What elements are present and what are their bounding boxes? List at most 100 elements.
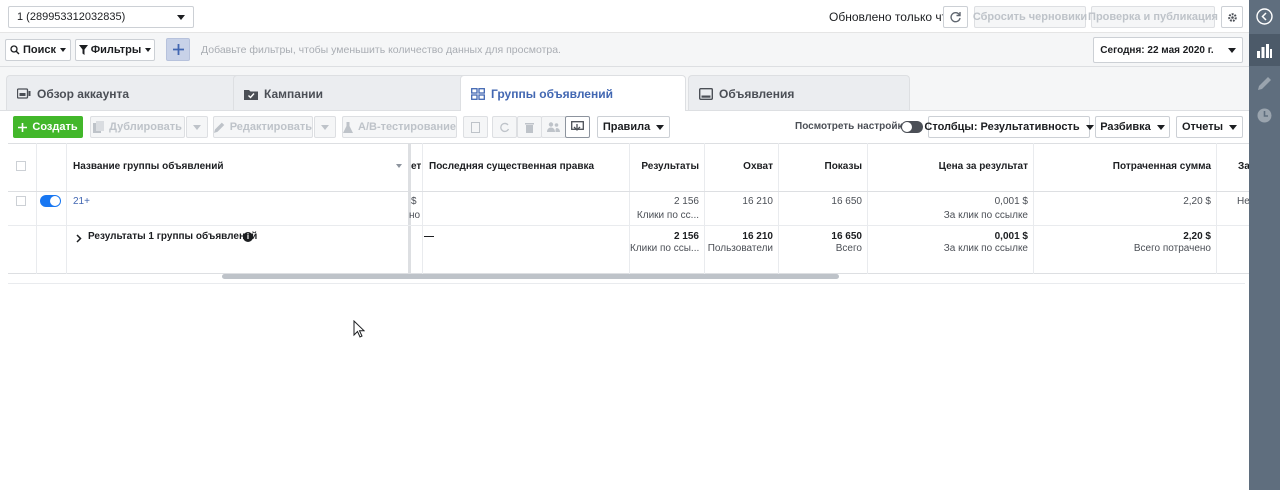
table-bottom-border	[8, 283, 1245, 284]
column-divider	[36, 143, 37, 274]
edit-menu-button[interactable]	[314, 116, 336, 138]
date-range-label: Сегодня: 22 мая 2020 г.	[1100, 44, 1214, 56]
ad-icon	[699, 87, 713, 100]
column-header-amount-spent[interactable]: Потраченная сумма	[1034, 161, 1211, 172]
delete-button[interactable]	[517, 116, 542, 138]
column-header-results[interactable]: Результаты	[630, 161, 699, 172]
add-filter-button[interactable]	[166, 38, 190, 61]
cursor-icon	[353, 320, 365, 338]
date-range-selector[interactable]: Сегодня: 22 мая 2020 г.	[1093, 37, 1243, 63]
tab-ads[interactable]: Объявления	[688, 75, 910, 111]
summary-label: Результаты 1 группы объявлений	[88, 231, 258, 242]
breakdown-button[interactable]: Разбивка	[1095, 116, 1170, 138]
preview-icon	[571, 121, 584, 131]
summary-cost-type: За клик по ссылке	[943, 243, 1028, 254]
bar-chart-icon	[1257, 44, 1272, 58]
summary-impressions-value: 16 650	[831, 231, 862, 242]
toggle-knob	[50, 196, 60, 206]
column-header-impressions[interactable]: Показы	[779, 161, 863, 172]
archive-button[interactable]	[463, 116, 488, 138]
search-button[interactable]: Поиск	[5, 39, 71, 61]
account-overview-icon	[17, 87, 31, 99]
header-separator	[8, 191, 1249, 192]
settings-button[interactable]	[1221, 6, 1243, 28]
view-settings-toggle[interactable]	[901, 121, 923, 133]
chevron-down-icon	[656, 124, 665, 130]
filter-placeholder[interactable]: Добавьте фильтры, чтобы уменьшить количе…	[201, 44, 561, 56]
plus-icon	[18, 122, 28, 132]
filter-icon	[78, 45, 88, 55]
sort-icon[interactable]	[396, 164, 402, 168]
create-button[interactable]: Создать	[13, 116, 83, 138]
refresh-icon	[950, 11, 961, 22]
document-icon	[471, 121, 480, 133]
chevron-down-icon	[1227, 47, 1236, 53]
reports-button[interactable]: Отчеты	[1176, 116, 1243, 138]
rules-label: Правила	[602, 121, 651, 133]
cost-per-result-type: За клик по ссылке	[943, 210, 1028, 221]
results-value: 2 156	[673, 196, 699, 207]
ad-set-name-link[interactable]: 21+	[73, 196, 90, 207]
pencil-icon[interactable]	[1256, 75, 1273, 92]
edit-button[interactable]: Редактировать	[213, 116, 313, 138]
trash-icon	[525, 122, 534, 133]
row-separator	[8, 225, 1249, 226]
row-checkbox[interactable]	[16, 196, 26, 206]
chevron-down-icon	[60, 48, 66, 52]
column-header-reach[interactable]: Охват	[705, 161, 773, 172]
revert-button[interactable]	[492, 116, 517, 138]
cost-per-result-value: 0,001 $	[994, 196, 1028, 207]
updated-status: Обновлено только что	[829, 10, 954, 24]
view-settings-label: Посмотреть настройки	[795, 121, 909, 132]
sidebar-item-charts[interactable]	[1249, 34, 1280, 66]
rules-button[interactable]: Правила	[597, 116, 670, 138]
preview-button[interactable]	[565, 116, 590, 138]
cut-cell: но	[409, 210, 421, 221]
summary-results-value: 2 156	[673, 231, 699, 242]
discard-drafts-button[interactable]: Сбросить черновики	[973, 6, 1087, 28]
filters-button[interactable]: Фильтры	[75, 39, 155, 61]
collapse-icon[interactable]	[1256, 8, 1273, 25]
duplicate-label: Дублировать	[109, 121, 182, 133]
ad-set-status-toggle[interactable]	[40, 195, 61, 207]
column-header-name[interactable]: Название группы объявлений	[73, 161, 224, 172]
tab-account-overview[interactable]: Обзор аккаунта	[6, 75, 242, 111]
columns-label: Столбцы: Результативность	[924, 121, 1080, 133]
chevron-down-icon	[321, 124, 329, 130]
tab-account-overview-label: Обзор аккаунта	[37, 86, 130, 101]
summary-impressions-type: Всего	[835, 243, 862, 254]
audience-button[interactable]	[541, 116, 566, 138]
gear-icon	[1227, 12, 1237, 22]
duplicate-menu-button[interactable]	[186, 116, 208, 138]
chevron-down-icon	[1156, 124, 1165, 130]
ab-test-button[interactable]: A/B-тестирование	[342, 116, 457, 138]
account-selector[interactable]: 1 (289953312032835)	[8, 6, 194, 28]
tab-ad-sets[interactable]: Группы объявлений	[460, 75, 686, 111]
tab-campaigns[interactable]: Кампании	[233, 75, 469, 111]
breakdown-label: Разбивка	[1100, 121, 1151, 133]
search-label: Поиск	[22, 44, 56, 56]
toggle-knob	[902, 122, 912, 132]
summary-reach-value: 16 210	[742, 231, 773, 242]
grid-icon	[471, 87, 485, 100]
account-selector-label: 1 (289953312032835)	[17, 11, 126, 23]
select-all-checkbox[interactable]	[16, 161, 26, 171]
ab-test-label: A/B-тестирование	[358, 121, 456, 133]
summary-spent-value: 2,20 $	[1183, 231, 1211, 242]
refresh-button[interactable]	[943, 6, 968, 28]
end-cell: Не	[1237, 196, 1250, 207]
column-header-cost-per-result[interactable]: Цена за результат	[868, 161, 1028, 172]
duplicate-button[interactable]: Дублировать	[90, 116, 185, 138]
history-icon[interactable]	[1256, 107, 1273, 124]
horizontal-scrollbar[interactable]	[222, 274, 839, 279]
review-publish-button[interactable]: Проверка и публикация	[1088, 6, 1218, 28]
chevron-down-icon	[1085, 124, 1094, 130]
column-divider	[1216, 143, 1217, 274]
top-bar: 1 (289953312032835) Обновлено только что…	[0, 0, 1249, 33]
columns-button[interactable]: Столбцы: Результативность	[924, 116, 1094, 138]
info-icon[interactable]: i	[243, 232, 253, 242]
chevron-down-icon	[177, 14, 185, 20]
column-header-last-edit[interactable]: Последняя существенная правка	[429, 161, 594, 172]
folder-check-icon	[244, 89, 258, 100]
chevron-right-icon[interactable]	[76, 234, 82, 243]
